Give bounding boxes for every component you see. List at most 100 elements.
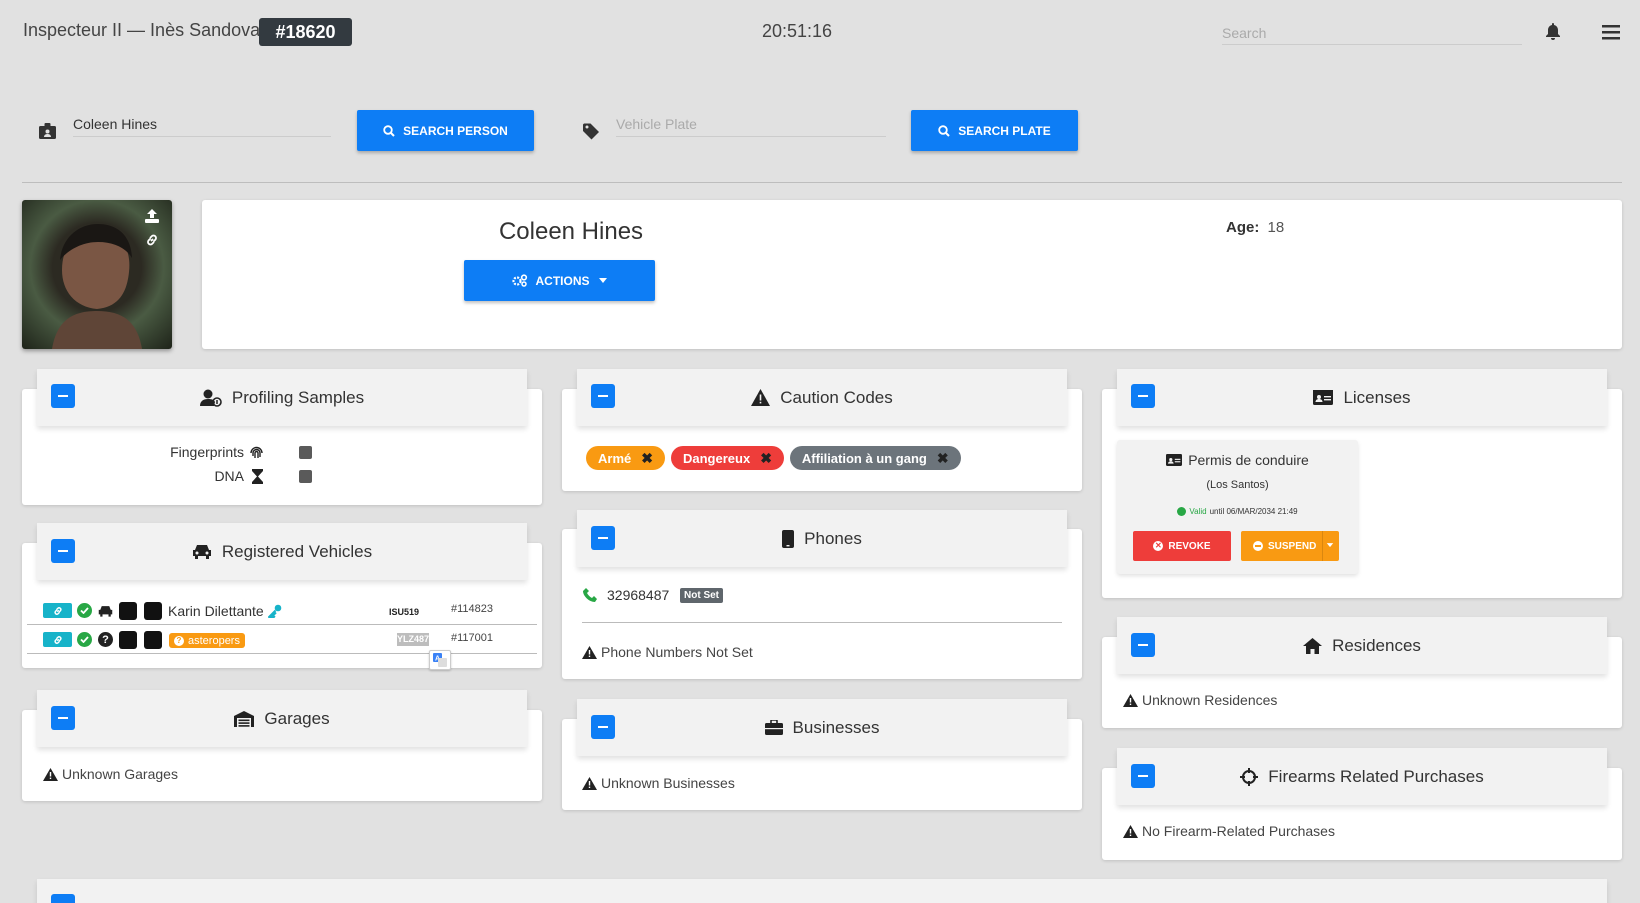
vehicles-header: Registered Vehicles [37, 523, 527, 580]
search-person-label: SEARCH PERSON [403, 123, 508, 138]
split-divider [1322, 531, 1323, 561]
person-photo[interactable] [22, 200, 172, 349]
residences-title: Residences [1332, 635, 1421, 655]
businesses-empty-text: Unknown Businesses [601, 775, 735, 791]
officer-badge: #18620 [259, 18, 352, 46]
licenses-title: Licenses [1343, 387, 1411, 407]
dna-label: DNA [214, 468, 244, 484]
officer-title: Inspecteur II — Inès Sandoval [23, 20, 265, 40]
color-swatch [119, 631, 137, 649]
phones-notice: Phone Numbers Not Set [582, 644, 753, 660]
collapse-phones-button[interactable] [591, 526, 615, 550]
search-icon [938, 124, 950, 137]
vehicle-id: #114823 [451, 603, 494, 615]
garages-title: Garages [264, 708, 330, 728]
link-icon[interactable] [43, 603, 72, 618]
menu-icon[interactable] [1599, 21, 1623, 43]
key-icon[interactable] [267, 603, 282, 618]
plate-search-input[interactable] [616, 112, 886, 137]
mobile-icon [782, 529, 795, 548]
collapse-profiling-button[interactable] [51, 384, 75, 408]
dna-status [299, 470, 312, 483]
clock: 20:51:16 [762, 21, 833, 41]
section-divider [22, 182, 1622, 183]
license-region: (Los Santos) [1206, 479, 1269, 491]
licenses-header: Licenses [1117, 369, 1607, 426]
close-icon[interactable]: ✖ [760, 450, 772, 467]
caret-down-icon [598, 277, 607, 283]
caution-tags: Armé ✖ Dangereux ✖ Affiliation à un gang… [586, 446, 967, 470]
phone-status-badge: Not Set [680, 588, 723, 603]
color-swatch [144, 602, 162, 620]
collapse-caution-button[interactable] [591, 384, 615, 408]
phones-notice-text: Phone Numbers Not Set [601, 644, 753, 660]
search-icon [383, 124, 395, 137]
crosshairs-icon [1240, 767, 1259, 786]
revoke-button[interactable]: ✕ REVOKE [1133, 531, 1231, 561]
id-card-icon [1166, 454, 1183, 466]
person-name: Coleen Hines [498, 218, 644, 245]
question-circle-icon: ? [174, 635, 184, 646]
collapse-garages-button[interactable] [51, 706, 75, 730]
table-row[interactable]: ? ? asteropers YLZ487 #117001 A [27, 626, 537, 670]
businesses-title: Businesses [792, 717, 880, 737]
upload-icon[interactable] [142, 207, 162, 225]
garages-header: Garages [37, 690, 527, 747]
actions-label: ACTIONS [535, 273, 590, 288]
table-row[interactable]: Karin Dilettante ISU519 #114823 [27, 597, 537, 625]
phones-divider [582, 622, 1062, 623]
license-validity: Valid until 06/MAR/2034 21:49 [1117, 507, 1358, 516]
question-circle-icon: ? [98, 632, 113, 647]
check-circle-icon [1177, 507, 1187, 516]
search-plate-label: SEARCH PLATE [958, 123, 1051, 138]
warning-icon [582, 645, 597, 659]
briefcase-icon [764, 720, 783, 735]
check-circle-icon [77, 603, 92, 618]
suspend-button[interactable]: SUSPEND [1241, 531, 1339, 561]
close-icon[interactable]: ✖ [937, 450, 949, 467]
firearms-title: Firearms Related Purchases [1268, 766, 1484, 786]
warning-icon [1123, 824, 1138, 838]
search-person-button[interactable]: SEARCH PERSON [357, 110, 534, 151]
phone-icon[interactable] [582, 587, 598, 603]
link-icon[interactable] [142, 231, 162, 249]
bottom-section-header [37, 879, 1607, 903]
age-value: 18 [1267, 219, 1285, 236]
caution-tag: Dangereux ✖ [670, 446, 784, 470]
suspend-label: SUSPEND [1268, 540, 1317, 552]
search-plate-button[interactable]: SEARCH PLATE [911, 110, 1078, 151]
actions-dropdown-button[interactable]: ACTIONS [464, 260, 655, 301]
translate-icon[interactable]: A [429, 650, 451, 670]
color-swatch [119, 602, 137, 620]
cogs-icon [511, 274, 527, 287]
caution-tag-label: Affiliation à un gang [801, 450, 927, 466]
bell-icon[interactable] [1543, 21, 1563, 43]
global-search-input[interactable] [1222, 22, 1522, 45]
license-title: Permis de conduire [1188, 452, 1309, 468]
phone-number[interactable]: 32968487 [607, 587, 669, 603]
collapse-licenses-button[interactable] [1131, 384, 1155, 408]
collapse-firearms-button[interactable] [1131, 764, 1155, 788]
firearms-empty: No Firearm-Related Purchases [1123, 823, 1335, 839]
person-search-input[interactable] [73, 112, 331, 137]
collapse-vehicles-button[interactable] [51, 539, 75, 563]
minus-circle-icon [1253, 541, 1263, 551]
collapse-residences-button[interactable] [1131, 633, 1155, 657]
collapse-businesses-button[interactable] [591, 715, 615, 739]
fingerprints-label: Fingerprints [170, 444, 244, 460]
warehouse-icon [234, 710, 255, 727]
warning-icon [1123, 693, 1138, 707]
link-icon[interactable] [43, 632, 72, 647]
close-icon[interactable]: ✖ [641, 450, 653, 467]
collapse-bottom-button[interactable] [51, 894, 75, 903]
caution-title: Caution Codes [780, 387, 893, 407]
phones-header: Phones [577, 510, 1067, 567]
caution-tag: Armé ✖ [586, 446, 665, 470]
license-title-row: Permis de conduire [1117, 452, 1358, 468]
times-circle-icon: ✕ [1153, 541, 1164, 551]
vehicle-badge-label: asteropers [188, 634, 240, 647]
warning-icon [751, 389, 771, 406]
profiling-title: Profiling Samples [231, 387, 365, 407]
fingerprints-status [299, 446, 312, 459]
color-swatch [144, 631, 162, 649]
